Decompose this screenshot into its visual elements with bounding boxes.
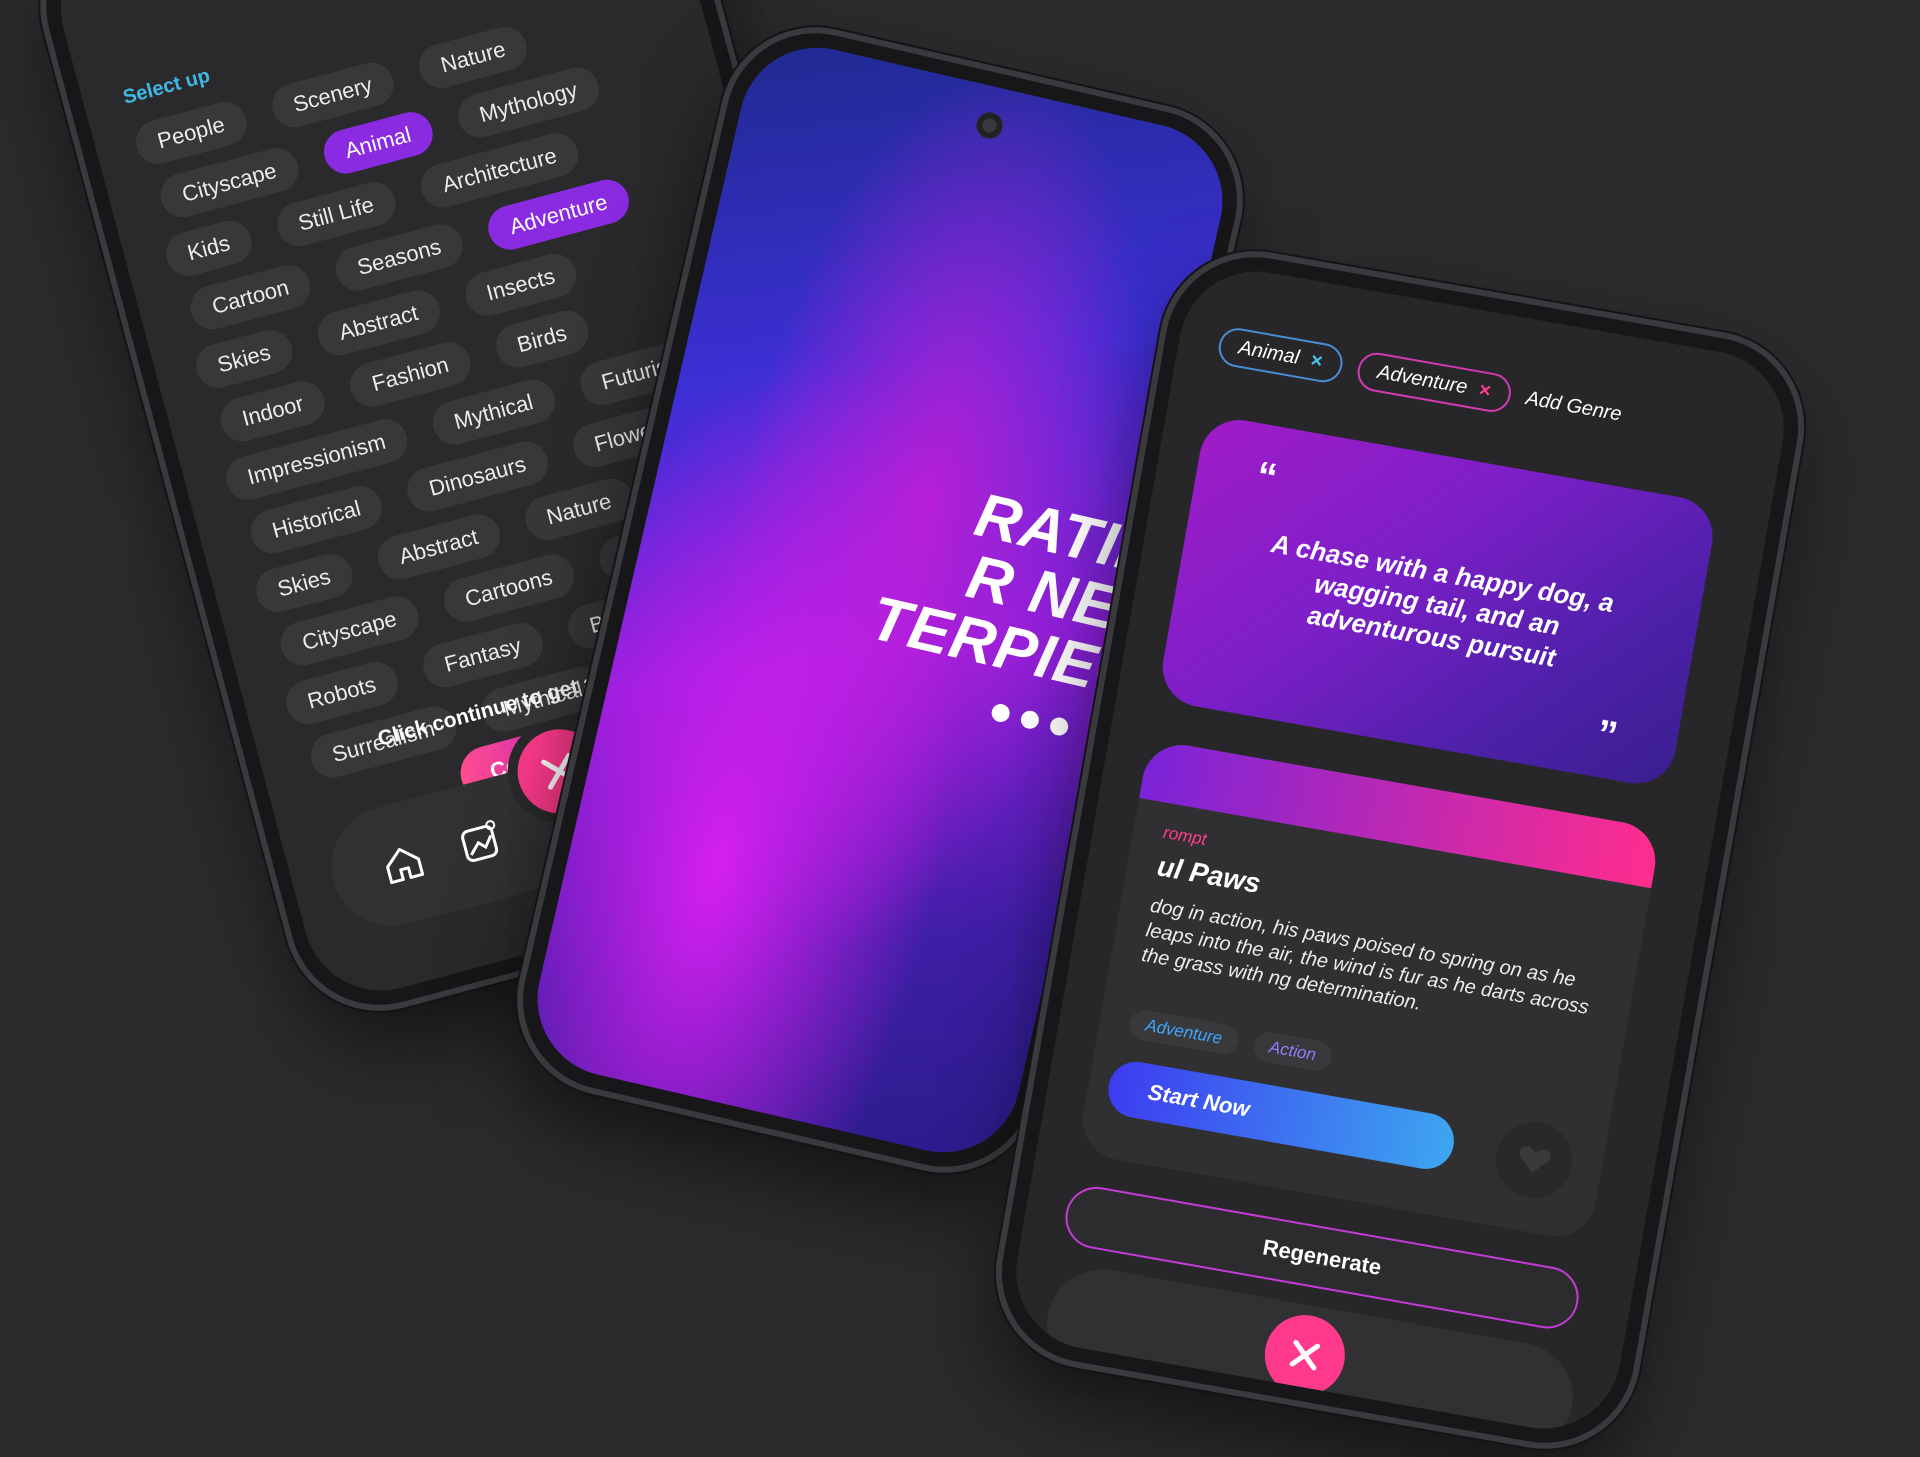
loading-dot (1048, 715, 1070, 738)
start-now-button[interactable]: Start Now (1103, 1057, 1459, 1174)
remove-tag-icon[interactable]: × (1309, 349, 1324, 374)
prompt-title: ul Paws (1154, 850, 1263, 900)
loading-dots (989, 702, 1070, 738)
genre-chip[interactable]: Birds (490, 305, 594, 373)
genre-tag-action[interactable]: Action (1250, 1029, 1335, 1074)
genre-chip[interactable]: Skies (251, 549, 358, 617)
home-icon[interactable] (376, 836, 430, 890)
prompt-genre-tags: Adventure Action (1127, 1007, 1335, 1074)
genre-chip[interactable]: Indoor (215, 376, 330, 447)
close-icon (1289, 1339, 1321, 1371)
loading-dot (989, 702, 1012, 724)
genre-chip[interactable]: Nature (414, 21, 533, 93)
genre-chip[interactable]: Nature (520, 473, 638, 545)
loading-dot (1019, 708, 1041, 731)
heart-icon (1519, 1146, 1551, 1173)
selected-tags-bar: Animal × Adventure × Add Genre (1215, 325, 1625, 434)
remove-tag-icon[interactable]: × (1477, 379, 1492, 404)
tag-label: Adventure (1375, 360, 1470, 399)
close-fab-button[interactable] (1258, 1308, 1352, 1402)
quote-card: “ A chase with a happy dog, a wagging ta… (1156, 413, 1719, 790)
camera-icon (973, 109, 1006, 142)
tag-adventure[interactable]: Adventure × (1354, 349, 1514, 415)
prompt-label: rompt (1161, 822, 1208, 850)
select-hint: Select up (120, 64, 213, 109)
gallery-icon[interactable] (453, 815, 507, 869)
genre-tag-adventure[interactable]: Adventure (1127, 1007, 1241, 1057)
tag-animal[interactable]: Animal × (1215, 325, 1346, 386)
quote-text: A chase with a happy dog, a wagging tail… (1269, 528, 1617, 673)
quote-close-icon: ” (1593, 711, 1621, 759)
genre-chip[interactable]: Skies (191, 325, 297, 393)
add-genre-link[interactable]: Add Genre (1524, 387, 1623, 426)
genre-chip[interactable]: Kids (161, 215, 257, 281)
tag-label: Animal (1236, 336, 1301, 369)
quote-open-icon: “ (1253, 453, 1281, 501)
favorite-button[interactable] (1490, 1115, 1579, 1205)
prompt-detail-card: rompt ul Paws dog in action, his paws po… (1076, 738, 1662, 1243)
